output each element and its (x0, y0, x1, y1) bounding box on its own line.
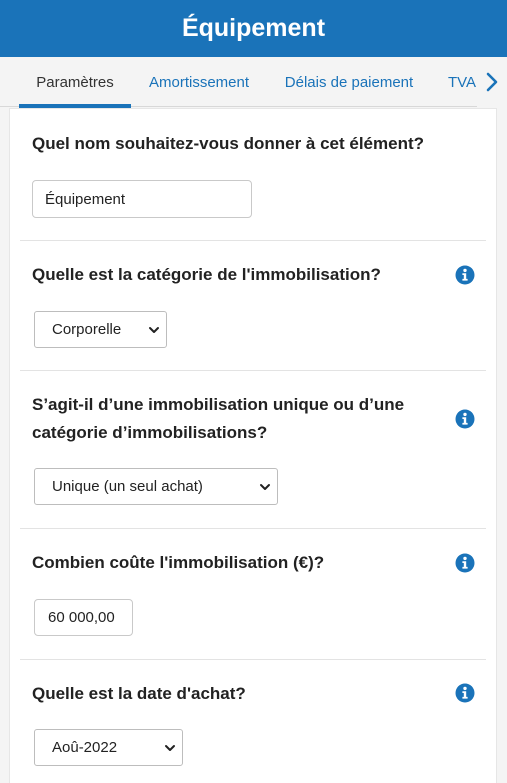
form-card: Quel nom souhaitez-vous donner à cet élé… (9, 108, 497, 783)
cost-input[interactable] (34, 599, 133, 636)
tabs-scroll-right-button[interactable] (477, 57, 507, 107)
tab-label: Délais de paiement (284, 73, 414, 91)
chevron-right-icon (486, 72, 498, 92)
date-question: Quelle est la date d'achat? (32, 684, 246, 703)
cost-question: Combien coûte l'immobilisation (€)? (32, 553, 325, 572)
tab-delais-de-paiement[interactable]: Délais de paiement (276, 57, 422, 107)
chevron-down-icon (165, 745, 175, 751)
info-icon[interactable] (455, 683, 475, 703)
tab-label: Amortissement (148, 73, 250, 91)
name-section: Quel nom souhaitez-vous donner à cet élé… (10, 109, 496, 240)
page-title: Équipement (181, 14, 326, 42)
name-question: Quel nom souhaitez-vous donner à cet élé… (32, 134, 425, 153)
app-header: Équipement (0, 0, 507, 57)
date-selected-value: Aoû-2022 (52, 739, 118, 756)
type-section: S’agit-il d’une immobilisation unique ou… (10, 371, 496, 528)
category-section: Quelle est la catégorie de l'immobilisat… (10, 241, 496, 371)
tab-label: Paramètres (36, 73, 114, 91)
info-icon[interactable] (455, 409, 475, 429)
category-selected-value: Corporelle (52, 321, 122, 338)
tab-amortissement[interactable]: Amortissement (140, 57, 258, 107)
info-icon[interactable] (455, 553, 475, 573)
type-select[interactable]: Unique (un seul achat) (34, 468, 278, 505)
date-select[interactable]: Aoû-2022 (34, 729, 183, 766)
date-section: Quelle est la date d'achat? Aoû-2022 (10, 660, 496, 783)
type-selected-value: Unique (un seul achat) (52, 478, 203, 495)
cost-section: Combien coûte l'immobilisation (€)? (10, 529, 496, 659)
chevron-down-icon (260, 484, 270, 490)
category-question: Quelle est la catégorie de l'immobilisat… (32, 265, 381, 284)
name-input[interactable] (32, 180, 252, 218)
tab-bar: Paramètres Amortissement Délais de paiem… (0, 57, 507, 108)
tab-label: TVA (447, 73, 477, 91)
type-question: S’agit-il d’une immobilisation unique ou… (32, 395, 405, 442)
category-select[interactable]: Corporelle (34, 311, 167, 348)
tab-parametres[interactable]: Paramètres (19, 57, 131, 108)
chevron-down-icon (149, 327, 159, 333)
info-icon[interactable] (455, 265, 475, 285)
